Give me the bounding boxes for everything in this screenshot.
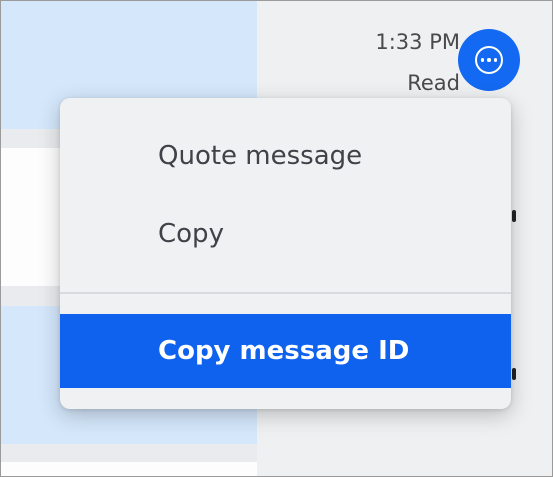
message-more-options-button[interactable]: [458, 29, 520, 91]
menu-item-quote-message[interactable]: Quote message: [60, 143, 511, 169]
menu-item-copy[interactable]: Copy: [60, 221, 511, 247]
scroll-indicator: [512, 210, 516, 222]
message-context-menu: Quote message Copy Copy message ID: [60, 98, 511, 409]
message-timestamp: 1:33 PM: [375, 30, 460, 54]
more-options-icon: [475, 46, 503, 74]
menu-item-copy-message-id[interactable]: Copy message ID: [60, 314, 511, 388]
scroll-indicator: [512, 368, 516, 380]
message-bubble-incoming: [1, 462, 257, 476]
message-read-status: Read: [407, 71, 460, 95]
menu-divider: [60, 292, 511, 294]
